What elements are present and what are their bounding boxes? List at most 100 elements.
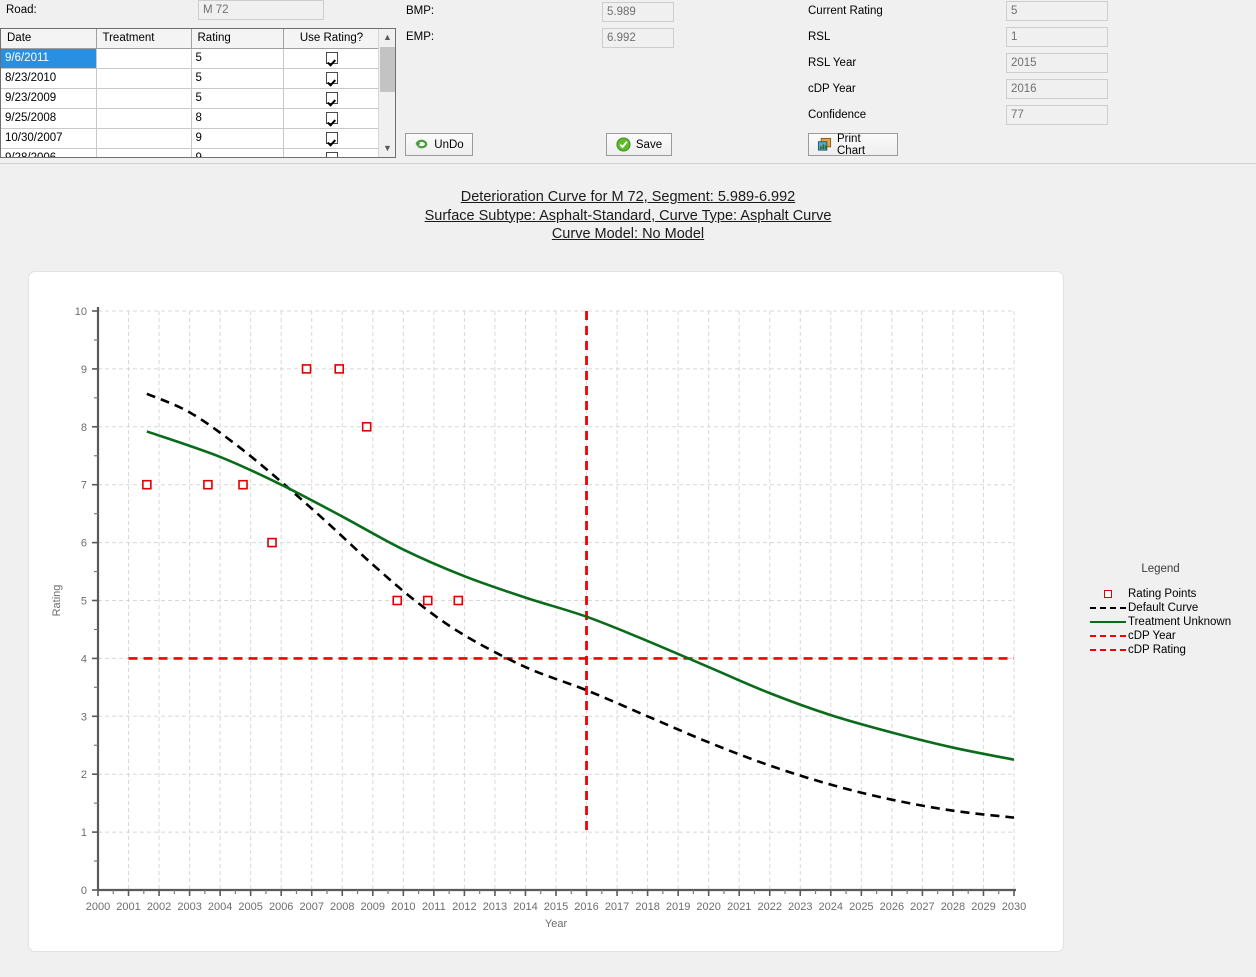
scroll-down-icon[interactable]: ▼ — [379, 140, 395, 157]
cell-date[interactable]: 8/23/2010 — [1, 68, 97, 89]
cell-date[interactable]: 9/23/2009 — [1, 88, 97, 109]
deterioration-chart[interactable]: 0 1 2 3 4 5 6 7 8 9 10 2000 2001 2002 2003 2004 2005 2006… — [29, 272, 1065, 953]
legend-key — [1088, 649, 1128, 651]
cell-use-rating[interactable] — [283, 88, 381, 109]
emp-field[interactable]: 6.992 — [602, 28, 674, 48]
legend-key — [1088, 621, 1128, 623]
table-row[interactable]: 9/28/2006 9 — [1, 148, 381, 157]
print-chart-button[interactable]: Print Chart — [808, 133, 898, 157]
cell-rating[interactable]: 5 — [191, 68, 284, 89]
col-header-rating[interactable]: Rating — [191, 29, 284, 49]
use-rating-checkbox[interactable] — [325, 151, 338, 157]
svg-text:10: 10 — [75, 306, 87, 318]
save-button[interactable]: Save — [606, 133, 672, 156]
road-label: Road: — [6, 4, 37, 16]
legend-item: Treatment Unknown — [1088, 615, 1256, 629]
cell-date[interactable]: 9/6/2011 — [1, 48, 97, 69]
col-header-use-rating[interactable]: Use Rating? — [283, 29, 381, 49]
cell-treatment[interactable] — [96, 148, 192, 157]
ratings-table-inner: Date Treatment Rating Use Rating? 9/6/20… — [1, 29, 381, 157]
bmp-field[interactable]: 5.989 — [602, 2, 674, 22]
table-header-row: Date Treatment Rating Use Rating? — [1, 29, 381, 49]
use-rating-checkbox[interactable] — [325, 71, 338, 84]
legend-title: Legend — [1141, 563, 1180, 575]
svg-text:2028: 2028 — [941, 901, 965, 913]
cell-date[interactable]: 10/30/2007 — [1, 128, 97, 149]
svg-text:2027: 2027 — [910, 901, 934, 913]
cell-use-rating[interactable] — [283, 48, 381, 69]
use-rating-checkbox[interactable] — [325, 51, 338, 64]
svg-text:2002: 2002 — [147, 901, 171, 913]
cell-rating[interactable]: 9 — [191, 148, 284, 157]
print-chart-icon — [817, 137, 832, 151]
cell-treatment[interactable] — [96, 128, 192, 149]
svg-text:7: 7 — [81, 480, 87, 492]
table-row[interactable]: 9/25/2008 8 — [1, 108, 381, 129]
current-rating-label: Current Rating — [808, 5, 883, 17]
svg-text:2003: 2003 — [177, 901, 201, 913]
emp-label: EMP: — [406, 31, 435, 43]
cell-treatment[interactable] — [96, 48, 192, 69]
svg-text:2013: 2013 — [483, 901, 507, 913]
legend-item: cDP Rating — [1088, 643, 1256, 657]
chart-title-line2: Surface Subtype: Asphalt-Standard, Curve… — [424, 207, 832, 224]
table-row[interactable]: 10/30/2007 9 — [1, 128, 381, 149]
cell-rating[interactable]: 5 — [191, 48, 284, 69]
cell-rating[interactable]: 9 — [191, 128, 284, 149]
rsl-field[interactable]: 1 — [1006, 27, 1108, 47]
scroll-up-icon[interactable]: ▲ — [379, 29, 395, 46]
cell-rating[interactable]: 5 — [191, 88, 284, 109]
rsl-label: RSL — [808, 31, 831, 43]
ratings-table[interactable]: Date Treatment Rating Use Rating? 9/6/20… — [0, 28, 396, 158]
svg-text:1: 1 — [81, 827, 87, 839]
use-rating-checkbox[interactable] — [325, 91, 338, 104]
table-scrollbar[interactable]: ▲ ▼ — [378, 29, 395, 157]
svg-text:5: 5 — [81, 596, 87, 608]
svg-text:2010: 2010 — [391, 901, 415, 913]
cell-date[interactable]: 9/25/2008 — [1, 108, 97, 129]
current-rating-field[interactable]: 5 — [1006, 1, 1108, 21]
use-rating-checkbox[interactable] — [325, 131, 338, 144]
svg-text:2030: 2030 — [1002, 901, 1026, 913]
cell-use-rating[interactable] — [283, 68, 381, 89]
chart-legend: Legend Rating Points Default Curve Treatme… — [1088, 563, 1256, 657]
cell-use-rating[interactable] — [283, 108, 381, 129]
cell-rating[interactable]: 8 — [191, 108, 284, 129]
save-button-label: Save — [635, 138, 663, 151]
svg-text:2019: 2019 — [666, 901, 690, 913]
cell-date[interactable]: 9/28/2006 — [1, 148, 97, 157]
svg-text:2001: 2001 — [116, 901, 140, 913]
svg-text:Year: Year — [545, 918, 568, 930]
table-row[interactable]: 8/23/2010 5 — [1, 68, 381, 89]
rsl-year-field[interactable]: 2015 — [1006, 53, 1108, 73]
scrollbar-thumb[interactable] — [380, 47, 395, 92]
undo-icon — [415, 139, 428, 149]
cdp-year-field[interactable]: 2016 — [1006, 79, 1108, 99]
svg-text:3: 3 — [81, 711, 87, 723]
svg-text:9: 9 — [81, 364, 87, 376]
use-rating-checkbox[interactable] — [325, 111, 338, 124]
col-header-treatment[interactable]: Treatment — [96, 29, 192, 49]
svg-text:2004: 2004 — [208, 901, 232, 913]
svg-text:2014: 2014 — [513, 901, 537, 913]
save-check-icon — [616, 137, 631, 152]
undo-button[interactable]: UnDo — [405, 133, 473, 156]
svg-text:2000: 2000 — [86, 901, 110, 913]
svg-text:2007: 2007 — [299, 901, 323, 913]
chart-title-line1: Deterioration Curve for M 72, Segment: 5… — [460, 189, 796, 205]
svg-text:2021: 2021 — [727, 901, 751, 913]
road-field[interactable]: M 72 — [198, 0, 324, 20]
cell-treatment[interactable] — [96, 88, 192, 109]
table-row[interactable]: 9/23/2009 5 — [1, 88, 381, 109]
table-row[interactable]: 9/6/2011 5 — [1, 48, 381, 69]
svg-text:2025: 2025 — [849, 901, 873, 913]
cell-treatment[interactable] — [96, 68, 192, 89]
legend-label: Rating Points — [1128, 588, 1197, 600]
svg-text:2015: 2015 — [544, 901, 568, 913]
cell-use-rating[interactable] — [283, 128, 381, 149]
col-header-date[interactable]: Date — [1, 29, 97, 49]
cell-use-rating[interactable] — [283, 148, 381, 157]
confidence-field[interactable]: 77 — [1006, 105, 1108, 125]
chart-card: 0 1 2 3 4 5 6 7 8 9 10 2000 2001 2002 2003 2004 2005 2006… — [28, 271, 1064, 952]
cell-treatment[interactable] — [96, 108, 192, 129]
